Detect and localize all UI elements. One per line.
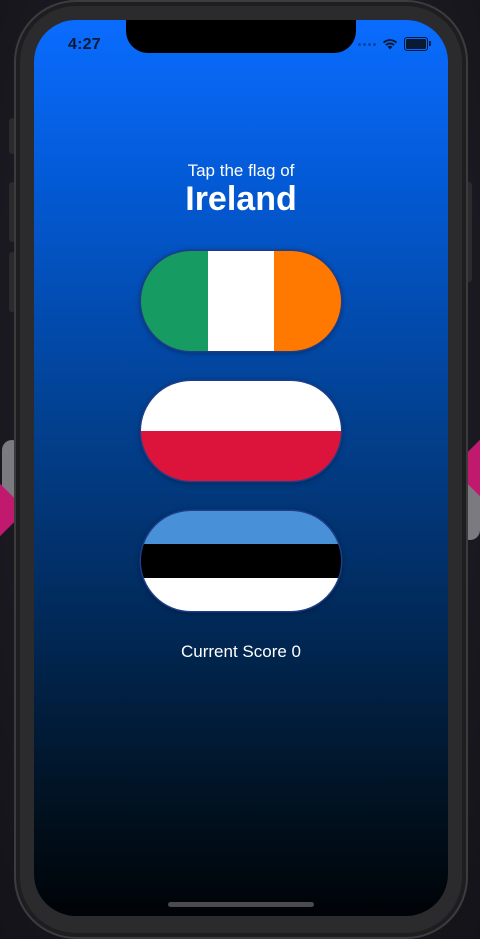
battery-level — [406, 39, 426, 49]
notch — [126, 20, 356, 53]
flag-estonia — [141, 511, 341, 611]
battery-icon — [404, 37, 431, 51]
flag-stripe — [274, 251, 341, 351]
flag-stripe — [141, 431, 341, 481]
flag-poland — [141, 381, 341, 481]
country-title: Ireland — [185, 180, 297, 218]
flag-stripe — [141, 251, 208, 351]
flag-ireland — [141, 251, 341, 351]
wifi-icon — [382, 39, 398, 50]
flag-button-estonia[interactable] — [141, 511, 341, 611]
score-label: Current Score 0 — [181, 642, 301, 661]
cellular-dots-icon — [358, 42, 376, 46]
flag-button-poland[interactable] — [141, 381, 341, 481]
status-time: 4:27 — [68, 36, 101, 53]
prompt-label: Tap the flag of — [187, 161, 295, 180]
flag-stripe — [141, 381, 341, 431]
flag-button-ireland[interactable] — [141, 251, 341, 351]
app-screen: 4:27 Tap the flag of Ireland Current Sco… — [34, 20, 448, 916]
flag-stripe — [141, 544, 341, 578]
home-indicator[interactable] — [168, 902, 314, 907]
flag-stripe — [141, 511, 341, 545]
status-icons — [358, 37, 431, 51]
flag-stripe — [141, 577, 341, 611]
flag-stripe — [207, 251, 275, 351]
